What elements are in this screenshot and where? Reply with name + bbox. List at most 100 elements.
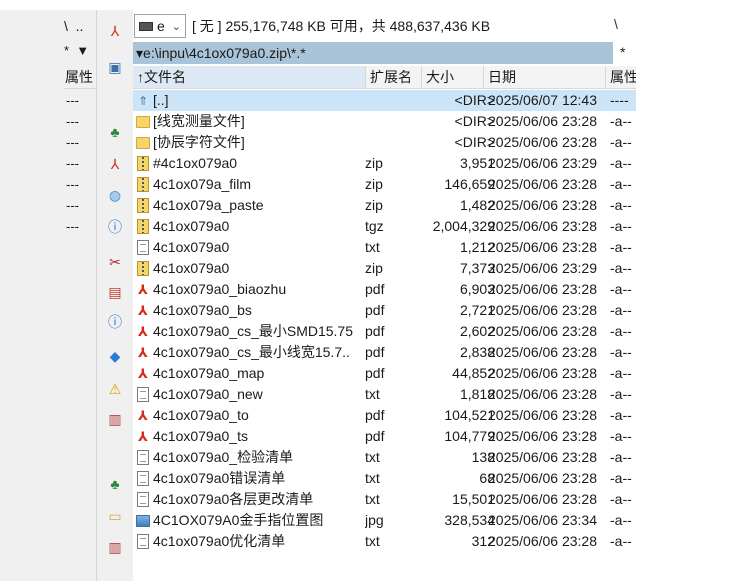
compare-icon[interactable]: ▥: [106, 410, 124, 428]
file-attr: -a--: [610, 197, 632, 213]
file-name: 4c1ox079a0_cs_最小线宽15.7..: [153, 344, 350, 360]
file-row[interactable]: 4c1ox079a0_new txt 1,818 2025/06/06 23:28 -a…: [133, 384, 636, 405]
column-ext[interactable]: 扩展名: [366, 66, 422, 88]
file-size: 146,659: [444, 176, 495, 192]
file-row[interactable]: 4c1ox079a_paste zip 1,482 2025/06/06 23:28-…: [133, 195, 636, 216]
file-size: <DIR>: [454, 92, 495, 108]
file-date: 2025/06/06 23:34: [488, 512, 597, 528]
left-column-header[interactable]: 属性: [64, 66, 96, 89]
file-row[interactable]: ⅄ 4c1ox079a0_cs_最小线宽15.7.. pdf 2,838 2025/06…: [133, 342, 636, 363]
file-row[interactable]: 4c1ox079a0优化清单 txt 312 2025/06/06 23:28 -a--: [133, 531, 636, 552]
file-size: 3,951: [459, 155, 495, 171]
column-size[interactable]: 大小: [422, 66, 484, 88]
text-file-icon: [136, 468, 150, 489]
file-name: 4c1ox079a0_map: [153, 365, 265, 381]
file-row[interactable]: 4c1ox079a0_检验清单 txt 138 2025/06/06 23:28 -a-…: [133, 447, 636, 468]
users-icon[interactable]: ♣: [106, 475, 124, 493]
up-dir-icon: ⇑: [137, 93, 149, 108]
pdf-icon[interactable]: ⅄: [106, 22, 124, 40]
left-list-item[interactable]: ---: [64, 174, 96, 195]
current-path-bar[interactable]: ▾e:\inpu\4c1ox079a0.zip\*.*: [133, 42, 613, 64]
file-size: 1,212: [459, 239, 495, 255]
file-attr: ----: [610, 92, 629, 108]
file-size: 15,501: [452, 491, 495, 507]
file-row[interactable]: 4C1OX079A0金手指位置图 jpg 328,534 2025/06/06 23:…: [133, 510, 636, 531]
file-name: [..]: [153, 92, 169, 108]
file-ext: [365, 111, 415, 132]
left-drive-toolbar[interactable]: \ ..: [64, 12, 96, 40]
file-ext: tgz: [365, 218, 384, 234]
file-row[interactable]: ⅄ 4c1ox079a0_cs_最小SMD15.75 pdf 2,602 2025/06…: [133, 321, 636, 342]
users-icon[interactable]: ♣: [106, 123, 124, 141]
column-date[interactable]: 日期: [484, 66, 606, 88]
file-row[interactable]: [协辰字符文件] <DIR> 2025/06/06 23:28 -a--: [133, 132, 636, 153]
left-list-item[interactable]: ---: [64, 216, 96, 237]
file-row[interactable]: [线宽测量文件] <DIR> 2025/06/06 23:28 -a--: [133, 111, 636, 132]
folder-icon[interactable]: ▭: [106, 507, 124, 525]
file-date: 2025/06/06 23:28: [488, 344, 597, 360]
file-size: 2,721: [459, 302, 495, 318]
image-file-icon: [136, 510, 150, 531]
file-row[interactable]: 4c1ox079a0 txt 1,212 2025/06/06 23:28 -a--: [133, 237, 636, 258]
file-row[interactable]: 4c1ox079a0 tgz 2,004,329 2025/06/06 23:28 -a…: [133, 216, 636, 237]
file-date: 2025/06/06 23:29: [488, 260, 597, 276]
file-attr: -a--: [610, 176, 632, 192]
zip-file-icon: [136, 216, 150, 237]
file-date: 2025/06/06 23:28: [488, 134, 597, 150]
file-size: 104,779: [444, 428, 495, 444]
compare-icon[interactable]: ▥: [106, 538, 124, 556]
file-size: 68: [479, 470, 495, 486]
left-file-list[interactable]: --- --- --- --- --- --- ---: [64, 90, 96, 237]
file-name: 4c1ox079a0_bs: [153, 302, 252, 318]
left-list-item[interactable]: ---: [64, 111, 96, 132]
file-date: 2025/06/06 23:28: [488, 386, 597, 402]
search-folder-icon[interactable]: ◍: [106, 186, 124, 204]
file-row[interactable]: 4c1ox079a0 zip 7,373 2025/06/06 23:29 -a--: [133, 258, 636, 279]
file-date: 2025/06/06 23:28: [488, 470, 597, 486]
history-button[interactable]: *: [620, 44, 625, 60]
network-drive-icon[interactable]: ▣: [106, 58, 124, 76]
left-attr-header[interactable]: 属性: [64, 69, 93, 85]
left-path-toolbar[interactable]: * ▼: [64, 40, 96, 62]
drive-letter: e: [157, 18, 165, 34]
file-row[interactable]: ⅄ 4c1ox079a0_bs pdf 2,721 2025/06/06 23:28 -a…: [133, 300, 636, 321]
root-dir-button[interactable]: \: [614, 16, 618, 32]
file-row[interactable]: 4c1ox079a_film zip 146,659 2025/06/06 23:28…: [133, 174, 636, 195]
file-attr: -a--: [610, 239, 632, 255]
file-ext: zip: [365, 197, 383, 213]
file-row[interactable]: 4c1ox079a0各层更改清单 txt 15,501 2025/06/06 23:2…: [133, 489, 636, 510]
left-list-item[interactable]: ---: [64, 195, 96, 216]
file-row[interactable]: #4c1ox079a0 zip 3,951 2025/06/06 23:29 -a--: [133, 153, 636, 174]
shield-icon[interactable]: ◆: [106, 347, 124, 365]
file-attr: -a--: [610, 134, 632, 150]
file-row[interactable]: ⇑ [..] <DIR> 2025/06/07 12:43 ----: [133, 90, 636, 111]
pdf-file-icon: ⅄: [138, 344, 148, 360]
zip-file-icon: [136, 153, 150, 174]
column-header: ↑文件名 扩展名 大小 日期 属性: [133, 66, 636, 89]
file-row[interactable]: ⅄ 4c1ox079a0_to pdf 104,521 2025/06/06 23:28…: [133, 405, 636, 426]
image-icon[interactable]: ▤: [106, 283, 124, 301]
file-size: <DIR>: [454, 134, 495, 150]
cut-icon[interactable]: ✂: [106, 253, 124, 271]
file-row[interactable]: ⅄ 4c1ox079a0_ts pdf 104,779 2025/06/06 23:28…: [133, 426, 636, 447]
file-name: [线宽测量文件]: [153, 113, 245, 129]
drive-select[interactable]: e ⌄: [134, 14, 186, 38]
left-list-item[interactable]: ---: [64, 153, 96, 174]
file-row[interactable]: 4c1ox079a0错误清单 txt 68 2025/06/06 23:28 -a--: [133, 468, 636, 489]
file-ext: txt: [365, 239, 380, 255]
info-icon[interactable]: ⓘ: [106, 313, 124, 331]
column-attr[interactable]: 属性: [606, 66, 636, 88]
file-row[interactable]: ⅄ 4c1ox079a0_map pdf 44,852 2025/06/06 23:28…: [133, 363, 636, 384]
left-list-item[interactable]: ---: [64, 90, 96, 111]
file-date: 2025/06/06 23:28: [488, 302, 597, 318]
text-file-icon: [136, 531, 150, 552]
column-name[interactable]: ↑文件名: [133, 66, 366, 88]
info-icon[interactable]: ⓘ: [106, 218, 124, 236]
file-attr: -a--: [610, 470, 632, 486]
warning-icon[interactable]: ⚠: [106, 380, 124, 398]
pdf-icon[interactable]: ⅄: [106, 155, 124, 173]
zip-file-icon: [136, 195, 150, 216]
left-list-item[interactable]: ---: [64, 132, 96, 153]
file-row[interactable]: ⅄ 4c1ox079a0_biaozhu pdf 6,903 2025/06/06 23…: [133, 279, 636, 300]
file-ext: txt: [365, 533, 380, 549]
